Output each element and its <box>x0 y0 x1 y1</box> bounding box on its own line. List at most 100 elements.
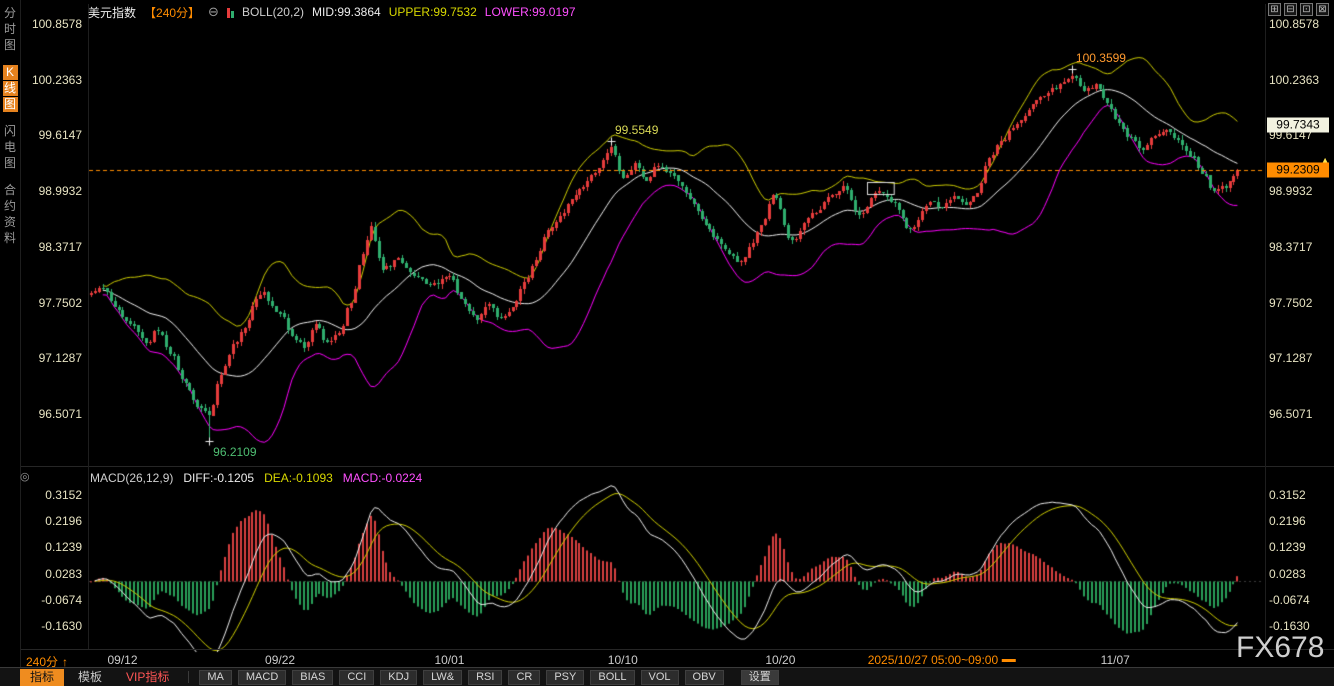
macd-header: MACD(26,12,9) DIFF:-0.1205 DEA:-0.1093 M… <box>90 471 422 485</box>
main-axis-tick-right: 100.2363 <box>1269 74 1319 86</box>
sidebar-tab-contract-info-char: 合 <box>3 183 18 198</box>
boll-label[interactable]: BOLL(20,2) <box>242 5 304 19</box>
main-axis-tick-right: 96.5071 <box>1269 408 1312 420</box>
indicator-panel-icon[interactable]: ◎ <box>20 470 30 483</box>
x-axis-label: 10/01 <box>434 653 464 667</box>
main-axis-tick-right: 97.7502 <box>1269 297 1312 309</box>
main-axis-tick-right: 98.3717 <box>1269 241 1312 253</box>
upper-band-tag: 99.7343 <box>1267 117 1329 132</box>
layout-controls: ⊞⊟⊡⊠ <box>1268 3 1329 16</box>
sidebar-tab-contract-info-char: 料 <box>3 231 18 246</box>
macd-axis-tick-left: 0.3152 <box>0 489 85 501</box>
sidebar-tab-kline-char: 图 <box>3 97 18 112</box>
settings-button[interactable]: 设置 <box>741 670 779 685</box>
sidebar-tab-contract-info-char: 约 <box>3 199 18 214</box>
x-axis-label-text: 10/10 <box>608 653 638 667</box>
bottom-toolbar: 指标模板VIP指标 MA MACD BIAS CCI KDJ LW&RSI CR PSY BOLL… <box>0 667 1334 686</box>
price-up-arrow-icon: ▲ <box>1321 152 1329 167</box>
main-macd-divider <box>20 466 1334 467</box>
indicator-button-vol[interactable]: VOL <box>641 670 679 685</box>
left-axis-divider <box>88 4 89 649</box>
main-axis-tick-left: 97.7502 <box>0 297 85 309</box>
swing-high-1-label: 99.5549 <box>615 124 658 136</box>
sidebar-tab-kline-char: 线 <box>3 81 18 96</box>
last-price-tag: 99.2309▲ <box>1267 162 1329 177</box>
x-axis-label-text: 11/07 <box>1101 653 1130 667</box>
macd-diff-value: DIFF:-0.1205 <box>183 471 254 485</box>
indicator-button-cci[interactable]: CCI <box>339 670 374 685</box>
layout-grid-icon[interactable]: ⊞ <box>1268 3 1281 16</box>
macd-label[interactable]: MACD(26,12,9) <box>90 471 173 485</box>
macd-axis-tick-right: -0.0674 <box>1269 594 1310 606</box>
macd-axis-tick-right: 0.2196 <box>1269 515 1306 527</box>
boll-lower-value: LOWER:99.0197 <box>485 5 576 19</box>
symbol-name: 美元指数 <box>88 4 136 21</box>
kline-style-icon[interactable] <box>227 7 234 18</box>
main-axis-tick-right: 98.9932 <box>1269 185 1312 197</box>
toolbar-tab-indicators[interactable]: 指标 <box>20 669 64 686</box>
macd-axis-tick-right: 0.1239 <box>1269 541 1306 553</box>
boll-mid-value: MID:99.3864 <box>312 5 381 19</box>
main-axis-tick-right: 97.1287 <box>1269 352 1312 364</box>
toolbar-tab-templates[interactable]: 模板 <box>68 669 112 686</box>
left-sidebar: 分时图K线图闪电图合约资料 <box>0 0 20 246</box>
sidebar-tab-flash-char: 闪 <box>3 124 18 139</box>
x-axis-label-text: 10/01 <box>434 653 464 667</box>
selected-range-dash <box>1002 659 1016 662</box>
period-label: 【240分】 <box>144 4 200 21</box>
sidebar-tab-kline[interactable]: K线图 <box>3 65 18 112</box>
sidebar-tab-kline-char: K <box>3 65 18 80</box>
sidebar-tab-intraday-char: 分 <box>3 6 18 21</box>
sidebar-tab-flash-char: 电 <box>3 140 18 155</box>
swing-high-2-label: 100.3599 <box>1076 52 1126 64</box>
indicator-button-bias[interactable]: BIAS <box>292 670 333 685</box>
indicator-button-psy[interactable]: PSY <box>546 670 584 685</box>
macd-hist-value: MACD:-0.0224 <box>343 471 422 485</box>
toolbar-tab-vip-indicators[interactable]: VIP指标 <box>116 669 179 686</box>
indicator-button-cr[interactable]: CR <box>508 670 540 685</box>
macd-axis-tick-right: 0.0283 <box>1269 568 1306 580</box>
watermark: FX678 <box>1236 631 1324 665</box>
indicator-button-boll[interactable]: BOLL <box>590 670 634 685</box>
kline-chart-canvas[interactable] <box>0 0 1334 686</box>
x-axis-label-text: 2025/10/27 05:00~09:00 <box>868 653 998 667</box>
macd-axis-tick-left: -0.1630 <box>0 620 85 632</box>
main-axis-tick-left: 96.5071 <box>0 408 85 420</box>
macd-axis-tick-right: 0.3152 <box>1269 489 1306 501</box>
macd-dea-value: DEA:-0.1093 <box>264 471 333 485</box>
main-axis-tick-right: 100.8578 <box>1269 18 1319 30</box>
x-axis-label-text: 10/20 <box>765 653 795 667</box>
toolbar-separator <box>188 671 189 683</box>
chart-header: 美元指数 【240分】 ⊖ BOLL(20,2) MID:99.3864 UPP… <box>88 4 576 20</box>
right-axis-divider <box>1265 4 1266 649</box>
zoom-out-icon[interactable]: ⊖ <box>208 4 219 20</box>
main-axis-tick-left: 97.1287 <box>0 352 85 364</box>
indicator-button-rsi[interactable]: RSI <box>468 670 502 685</box>
indicator-button-macd[interactable]: MACD <box>238 670 286 685</box>
indicator-button-ma[interactable]: MA <box>199 670 232 685</box>
indicator-button-kdj[interactable]: KDJ <box>380 670 417 685</box>
layout-split-icon[interactable]: ⊟ <box>1284 3 1297 16</box>
sidebar-tab-contract-info[interactable]: 合约资料 <box>3 183 18 246</box>
x-axis-label-text: 09/12 <box>107 653 137 667</box>
x-axis-label-text: 09/22 <box>265 653 295 667</box>
indicator-button-obv[interactable]: OBV <box>685 670 724 685</box>
sidebar-tab-contract-info-char: 资 <box>3 215 18 230</box>
macd-axis-tick-left: 0.1239 <box>0 541 85 553</box>
sidebar-tab-intraday-char: 时 <box>3 22 18 37</box>
macd-axis-tick-left: -0.0674 <box>0 594 85 606</box>
sidebar-tab-flash-char: 图 <box>3 156 18 171</box>
macd-xaxis-divider <box>20 649 1334 650</box>
x-axis-label: 09/22 <box>265 653 295 667</box>
layout-single-icon[interactable]: ⊡ <box>1300 3 1313 16</box>
sidebar-tab-intraday[interactable]: 分时图 <box>3 6 18 53</box>
sidebar-tab-flash[interactable]: 闪电图 <box>3 124 18 171</box>
x-axis-label: 09/12 <box>107 653 137 667</box>
macd-axis-tick-left: 0.0283 <box>0 568 85 580</box>
x-axis-label: 11/07 <box>1101 653 1130 667</box>
boll-upper-value: UPPER:99.7532 <box>389 5 477 19</box>
x-axis-label: 2025/10/27 05:00~09:00 <box>868 653 1016 667</box>
layout-cascade-icon[interactable]: ⊠ <box>1316 3 1329 16</box>
x-axis-label: 10/10 <box>608 653 638 667</box>
indicator-button-lw[interactable]: LW& <box>423 670 462 685</box>
